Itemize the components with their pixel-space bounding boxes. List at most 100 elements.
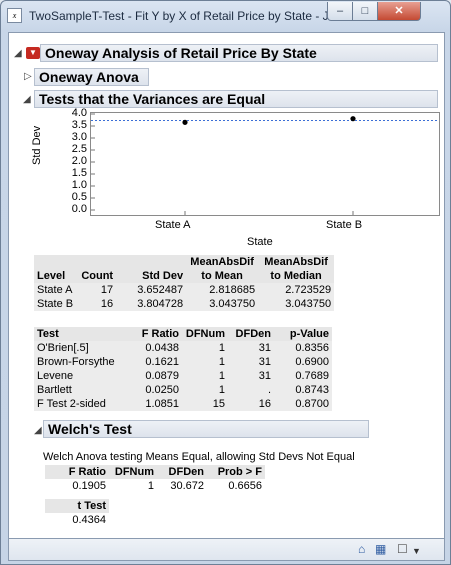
jmp-app-icon: x — [7, 8, 22, 23]
table-cell: 31 — [258, 356, 271, 368]
checkbox-icon[interactable]: ☐ — [397, 543, 408, 555]
table-cell: 3.652487 — [137, 284, 184, 296]
table-cell: O'Brien[.5] — [37, 342, 89, 354]
table-cell: 15 — [212, 398, 225, 410]
std-table-header-cell: MeanAbsDif to Median — [264, 256, 328, 282]
table-cell: 3.043750 — [285, 298, 332, 310]
disclosure-open-icon[interactable]: ◢ — [34, 425, 42, 436]
table-cell: 0.8743 — [295, 384, 329, 396]
std-dev-plot — [90, 112, 440, 216]
welch-header-cell: DFNum — [114, 466, 154, 478]
main-outline-title[interactable]: Oneway Analysis of Retail Price By State — [40, 44, 438, 62]
table-cell: 16 — [258, 398, 271, 410]
std-dev-table-header: Level Count Std Dev MeanAbsDif to Mean MeanAb… — [34, 255, 335, 283]
std-table-header-cell: Count — [81, 270, 114, 282]
table-cell: 31 — [258, 342, 271, 354]
table-cell: 1 — [218, 342, 225, 354]
grid-icon[interactable]: ▦ — [375, 543, 386, 555]
table-cell: 0.8700 — [295, 398, 329, 410]
y-tick-label: 2.5 — [71, 143, 87, 155]
variances-outline[interactable]: Tests that the Variances are Equal — [34, 90, 438, 108]
welch-anova-header: F Ratio DFNum DFDen Prob > F — [45, 465, 265, 479]
data-point-state-b[interactable] — [350, 116, 356, 122]
test-table-header-cell: Test — [37, 328, 59, 340]
welch-value-cell: 0.1905 — [72, 480, 106, 492]
test-table-header-cell: DFDen — [235, 328, 271, 340]
table-row: State A 17 3.652487 2.818685 2.723529 — [34, 283, 335, 297]
welch-test-outline[interactable]: Welch's Test — [43, 420, 369, 438]
test-table-header-cell: p-Value — [289, 328, 329, 340]
table-cell: 2.723529 — [285, 284, 332, 296]
welch-value-cell: 30.672 — [170, 480, 204, 492]
welch-value-cell: 1 — [147, 480, 154, 492]
std-dev-y-axis-label: Std Dev — [31, 125, 43, 165]
table-cell: Bartlett — [37, 384, 72, 396]
std-dev-plot-svg — [91, 113, 439, 215]
title-bar: x TwoSampleT-Test - Fit Y by X of Retail… — [1, 1, 450, 31]
y-tick-label: 3.5 — [71, 119, 87, 131]
minimize-button[interactable]: – — [327, 2, 353, 21]
table-cell: 0.6900 — [295, 356, 329, 368]
table-row: O'Brien[.5] 0.0438 1 31 0.8356 — [34, 341, 332, 355]
y-tick-label: 2.0 — [71, 155, 87, 167]
table-cell: 1.0851 — [145, 398, 179, 410]
table-cell: 31 — [258, 370, 271, 382]
table-cell: 1 — [218, 384, 225, 396]
x-tick-state-b: State B — [326, 219, 363, 231]
table-cell: 1 — [218, 370, 225, 382]
table-cell: State B — [37, 298, 74, 310]
y-tick-label: 1.0 — [71, 179, 87, 191]
table-cell: 3.043750 — [209, 298, 256, 310]
welch-anova-table: F Ratio DFNum DFDen Prob > F 0.1905 1 30.672 0… — [45, 465, 265, 493]
table-row: Levene 0.0879 1 31 0.7689 — [34, 369, 332, 383]
status-bar: ⌂ ▦ ☐ ▼ — [8, 539, 445, 561]
data-point-state-a[interactable] — [182, 119, 188, 125]
table-cell: 0.0879 — [145, 370, 179, 382]
table-cell: 2.818685 — [209, 284, 256, 296]
table-cell: 0.0250 — [145, 384, 179, 396]
home-icon[interactable]: ⌂ — [358, 543, 365, 555]
welch-anova-values: 0.1905 1 30.672 0.6656 — [45, 479, 265, 493]
table-cell: State A — [37, 284, 73, 296]
disclosure-open-icon[interactable]: ◢ — [23, 94, 31, 105]
y-tick-label: 0.5 — [71, 191, 87, 203]
x-tick-state-a: State A — [155, 219, 191, 231]
table-row: F Test 2-sided 1.0851 15 16 0.8700 — [34, 397, 332, 411]
table-cell: 0.8356 — [295, 342, 329, 354]
std-table-header-cell: Std Dev — [142, 270, 184, 282]
y-tick-label: 4.0 — [71, 107, 87, 119]
close-button[interactable]: ✕ — [377, 2, 421, 21]
table-cell: Levene — [37, 370, 74, 382]
oneway-anova-outline[interactable]: Oneway Anova — [34, 68, 149, 86]
table-cell: 1 — [218, 356, 225, 368]
table-row: Bartlett 0.0250 1. 0.8743 — [34, 383, 332, 397]
table-cell: F Test 2-sided — [37, 398, 106, 410]
disclosure-open-icon[interactable]: ◢ — [14, 48, 22, 59]
disclosure-closed-icon[interactable]: ▷ — [24, 71, 32, 82]
table-cell: 17 — [100, 284, 114, 296]
std-table-header-cell: Level — [37, 270, 66, 282]
table-cell: 3.804728 — [137, 298, 184, 310]
maximize-button[interactable]: □ — [352, 2, 378, 21]
table-cell: 0.1621 — [145, 356, 179, 368]
variance-tests-header: Test F Ratio DFNum DFDen p-Value — [34, 327, 332, 341]
welch-description: Welch Anova testing Means Equal, allowin… — [43, 451, 355, 463]
table-cell: 0.0438 — [145, 342, 179, 354]
test-table-header-cell: DFNum — [185, 328, 225, 340]
red-triangle-icon[interactable]: ▼ — [26, 47, 40, 59]
window-title: TwoSampleT-Test - Fit Y by X of Retail P… — [29, 9, 347, 23]
t-test-header: t Test — [77, 500, 106, 512]
table-cell: . — [267, 384, 271, 396]
x-axis-label: State — [247, 236, 273, 248]
welch-header-cell: F Ratio — [68, 466, 106, 478]
y-tick-label: 1.5 — [71, 167, 87, 179]
variance-tests-table: Test F Ratio DFNum DFDen p-Value O'Brien[.5]… — [34, 327, 332, 411]
dropdown-arrow-icon[interactable]: ▼ — [412, 545, 421, 557]
table-cell: 16 — [100, 298, 114, 310]
y-tick-label: 3.0 — [71, 131, 87, 143]
welch-header-cell: Prob > F — [217, 466, 262, 478]
welch-value-cell: 0.6656 — [228, 480, 262, 492]
t-test-value: 0.4364 — [72, 514, 106, 526]
t-test-table: t Test 0.4364 — [45, 499, 109, 527]
jmp-report-window: x TwoSampleT-Test - Fit Y by X of Retail… — [0, 0, 451, 565]
